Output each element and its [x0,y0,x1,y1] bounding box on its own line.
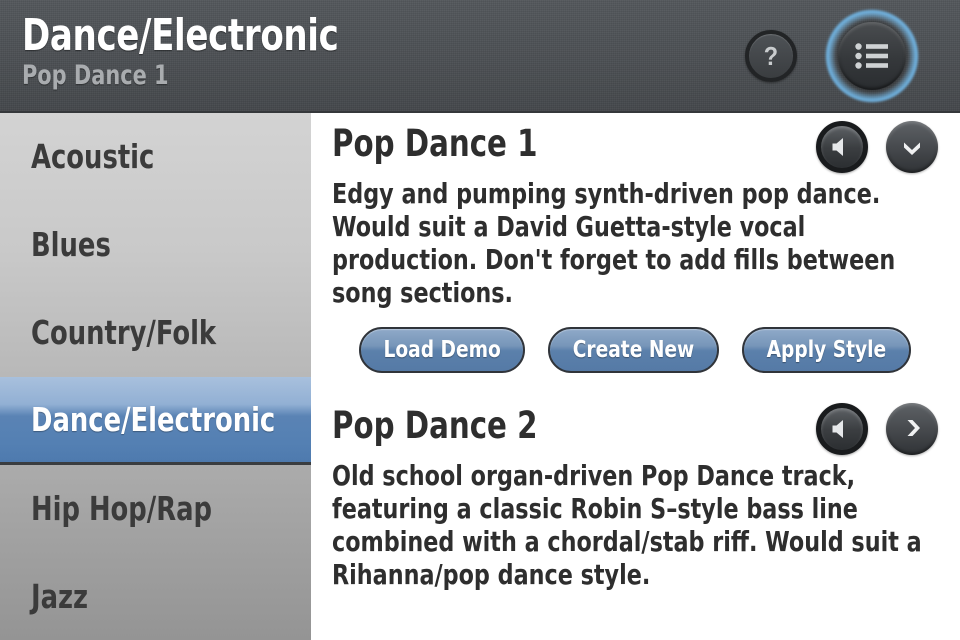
list-menu-icon [855,43,888,69]
help-button[interactable]: ? [745,30,797,82]
preview-audio-button[interactable] [816,121,868,173]
style-title: Pop Dance 2 [332,404,538,447]
style-header-actions [816,403,938,455]
preview-audio-button[interactable] [816,403,868,455]
chevron-down-icon [904,142,920,155]
sidebar-item-hip-hop-rap[interactable]: Hip Hop/Rap [0,465,311,553]
sidebar-item-jazz[interactable]: Jazz [0,553,311,640]
chevron-right-icon [907,420,920,436]
sidebar-item-label: Country/Folk [31,313,217,352]
sidebar-item-label: Blues [31,225,111,264]
style-list: Pop Dance 1 Edgy and pumping synth-drive… [311,113,960,640]
sidebar-item-label: Jazz [31,577,89,616]
apply-style-label: Apply Style [766,337,887,363]
sidebar-item-dance-electronic[interactable]: Dance/Electronic [0,377,311,465]
style-action-buttons: Load Demo Create New Apply Style [332,327,938,373]
style-block-pop-dance-1: Pop Dance 1 Edgy and pumping synth-drive… [311,113,960,373]
expand-style-button[interactable] [886,121,938,173]
open-style-button[interactable] [886,403,938,455]
header-titles: Dance/Electronic Pop Dance 1 [22,12,390,91]
sidebar-item-blues[interactable]: Blues [0,201,311,289]
sidebar-item-label: Acoustic [31,137,155,176]
style-title: Pop Dance 1 [332,122,538,165]
style-header: Pop Dance 1 [332,113,938,175]
style-header-actions [816,121,938,173]
style-block-pop-dance-2: Pop Dance 2 Old school organ-driven Pop … [311,395,960,591]
apply-style-button[interactable]: Apply Style [742,327,912,373]
question-mark-icon: ? [763,41,779,71]
style-header: Pop Dance 2 [332,395,938,457]
style-description: Edgy and pumping synth-driven pop dance.… [332,177,896,309]
load-demo-label: Load Demo [383,337,501,363]
page-title: Dance/Electronic [22,10,339,61]
menu-button[interactable] [826,10,918,102]
style-description: Old school organ-driven Pop Dance track,… [332,459,922,591]
create-new-button[interactable]: Create New [548,327,720,373]
sidebar-item-label: Dance/Electronic [31,399,276,439]
sidebar-item-country-folk[interactable]: Country/Folk [0,289,311,377]
load-demo-button[interactable]: Load Demo [358,327,526,373]
menu-button-face [838,22,906,90]
sidebar-item-label: Hip Hop/Rap [31,489,213,528]
sidebar-item-acoustic[interactable]: Acoustic [0,113,311,201]
speaker-icon [832,420,843,438]
app-root: Dance/Electronic Pop Dance 1 ? Acoustic … [0,0,960,640]
page-subtitle: Pop Dance 1 [22,60,169,91]
category-sidebar[interactable]: Acoustic Blues Country/Folk Dance/Electr… [0,113,311,640]
app-header: Dance/Electronic Pop Dance 1 ? [0,0,960,113]
speaker-icon [832,138,843,156]
create-new-label: Create New [573,337,695,363]
